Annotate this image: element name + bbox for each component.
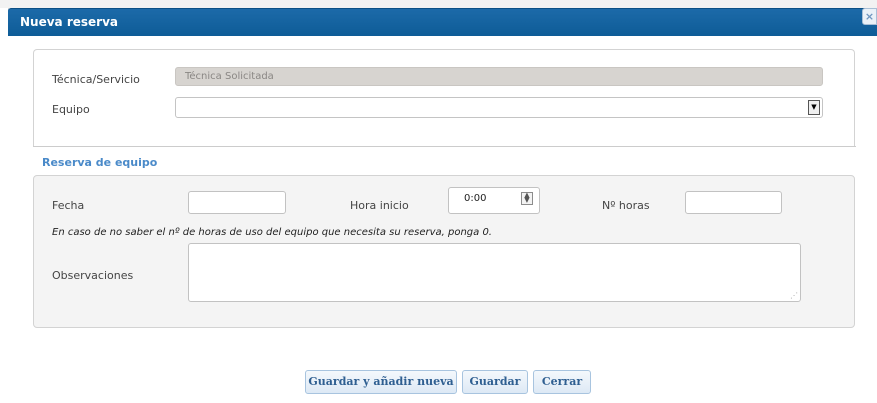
fecha-input[interactable] — [188, 191, 286, 214]
spinner-down-icon[interactable]: ▼ — [522, 197, 532, 204]
fecha-label: Fecha — [52, 199, 85, 212]
n-horas-input[interactable] — [685, 191, 782, 214]
resize-handle-icon[interactable]: ⋰ — [790, 291, 798, 300]
hora-inicio-label: Hora inicio — [350, 199, 409, 212]
n-horas-label: Nº horas — [602, 199, 650, 212]
close-button[interactable]: Cerrar — [533, 370, 591, 394]
tecnica-label: Técnica/Servicio — [52, 73, 140, 86]
section-divider — [33, 146, 856, 147]
horas-hint: En caso de no saber el nº de horas de us… — [52, 227, 492, 238]
tecnica-field: Técnica Solicitada — [175, 67, 823, 86]
reserva-section-title: Reserva de equipo — [42, 156, 158, 169]
dialog-title: Nueva reserva — [20, 15, 118, 29]
equipo-label: Equipo — [52, 103, 90, 116]
dialog-titlebar[interactable]: Nueva reserva — [8, 8, 877, 36]
observaciones-label: Observaciones — [52, 269, 134, 282]
close-icon[interactable]: × — [862, 8, 877, 25]
chevron-down-icon[interactable]: ▼ — [808, 100, 820, 115]
equipo-select[interactable]: ▼ — [175, 97, 823, 118]
observaciones-textarea[interactable]: ⋰ — [188, 243, 801, 302]
time-spinner-icon[interactable]: ▲ ▼ — [521, 192, 533, 205]
hora-inicio-value: 0:00 — [464, 193, 487, 204]
top-strip — [0, 0, 877, 8]
hora-inicio-input[interactable]: 0:00 ▲ ▼ — [448, 187, 540, 214]
save-and-new-button[interactable]: Guardar y añadir nueva — [305, 370, 457, 394]
save-button[interactable]: Guardar — [462, 370, 528, 394]
